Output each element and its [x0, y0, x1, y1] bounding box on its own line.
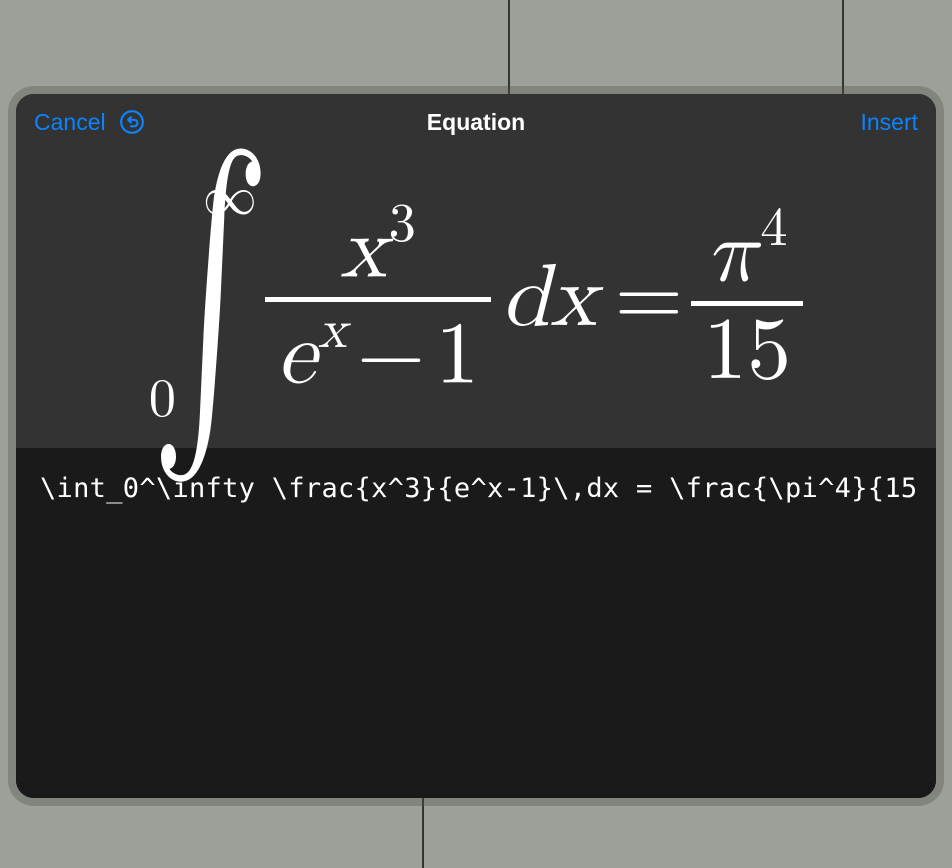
integral-symbol: ∫ ∞ 0 — [139, 179, 259, 419]
equation-preview: ∫ ∞ 0 x3 ex−1 dx = π4 15 — [16, 150, 936, 448]
callout-line-preview — [508, 0, 510, 94]
undo-circle-icon[interactable] — [118, 108, 146, 136]
numerator-base: x — [340, 207, 386, 295]
differential-dx: dx — [501, 255, 596, 343]
fraction-numerator: x3 — [328, 196, 428, 296]
denominator-e-exponent: x — [318, 303, 347, 358]
numerator-exponent: 3 — [389, 197, 416, 252]
pi-symbol: π — [707, 211, 759, 299]
pi-exponent: 4 — [760, 201, 787, 256]
dialog-header: Cancel Equation Insert — [16, 94, 936, 150]
header-left-group: Cancel — [34, 108, 146, 136]
integral-upper-bound: ∞ — [203, 171, 257, 225]
integral-lower-bound: 0 — [149, 373, 176, 427]
cancel-button[interactable]: Cancel — [34, 109, 106, 136]
latex-source-input[interactable] — [38, 472, 918, 505]
callout-line-insert — [842, 0, 844, 94]
denominator-e: e — [277, 312, 316, 400]
minus-sign: − — [357, 312, 425, 400]
denominator-one: 1 — [435, 312, 479, 400]
dialog-title: Equation — [427, 109, 525, 136]
callout-line-editor — [422, 798, 424, 868]
equals-sign: = — [615, 255, 683, 343]
latex-editor-area[interactable] — [16, 448, 936, 798]
rendered-equation: ∫ ∞ 0 x3 ex−1 dx = π4 15 — [139, 179, 803, 419]
fraction-result: π4 15 — [691, 200, 803, 397]
insert-button[interactable]: Insert — [860, 109, 918, 136]
equation-dialog: Cancel Equation Insert ∫ ∞ 0 x3 — [16, 94, 936, 798]
fraction-integrand: x3 ex−1 — [265, 196, 491, 402]
result-numerator: π4 — [695, 200, 800, 300]
fraction-denominator: ex−1 — [265, 302, 491, 402]
result-denominator: 15 — [691, 306, 803, 398]
